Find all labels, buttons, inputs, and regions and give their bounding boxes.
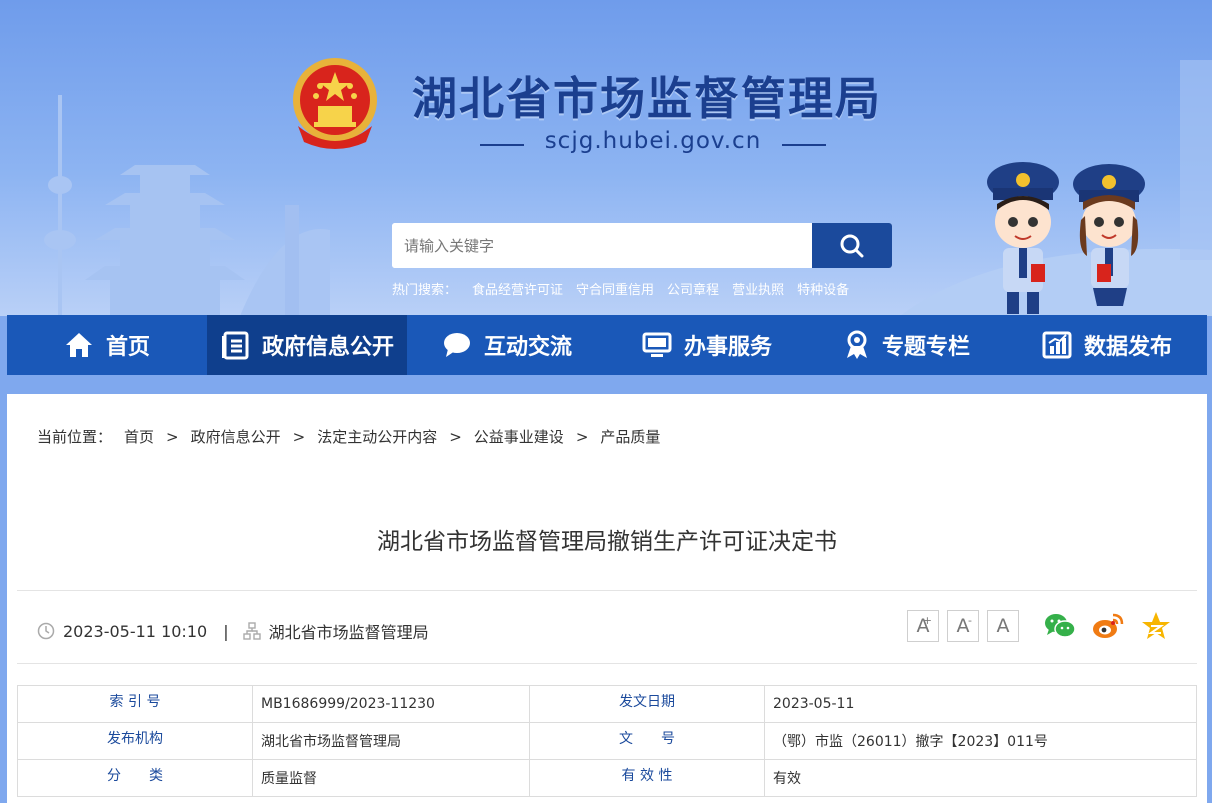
bar-chart-icon xyxy=(1042,331,1072,359)
document-info-table: 索 引 号 MB1686999/2023-11230 发文日期 2023-05-… xyxy=(17,685,1197,797)
hot-search-label: 热门搜索： xyxy=(392,283,458,298)
breadcrumb-separator: > xyxy=(166,427,179,446)
nav-item-services[interactable]: 办事服务 xyxy=(607,315,807,375)
document-list-icon xyxy=(221,331,249,360)
title-divider xyxy=(17,590,1197,591)
qzone-icon xyxy=(1142,612,1170,639)
breadcrumb: 当前位置： 首页 > 政府信息公开 > 法定主动公开内容 > 公益事业建设 > … xyxy=(37,426,660,447)
font-decrease-button[interactable]: A- xyxy=(947,610,979,642)
hot-search-link[interactable]: 公司章程 xyxy=(667,279,719,298)
nav-item-home[interactable]: 首页 xyxy=(7,315,207,375)
nav-item-label: 互动交流 xyxy=(483,335,572,360)
field-label: 索 引 号 xyxy=(17,685,253,723)
field-value: 2023-05-11 xyxy=(764,685,1197,723)
field-label: 分 类 xyxy=(17,759,253,797)
clock-icon xyxy=(37,622,55,640)
nav-item-label: 首页 xyxy=(105,335,150,360)
field-value: 有效 xyxy=(764,759,1197,797)
hot-search-link[interactable]: 特种设备 xyxy=(797,279,849,298)
search-box xyxy=(392,223,892,268)
field-value: 湖北省市场监督管理局 xyxy=(252,722,530,760)
table-row: 分 类 质量监督 有 效 性 有效 xyxy=(17,759,1197,797)
breadcrumb-statutory[interactable]: 法定主动公开内容 xyxy=(317,426,437,447)
hot-search-link[interactable]: 食品经营许可证 xyxy=(472,279,563,298)
nav-item-label: 政府信息公开 xyxy=(261,335,394,360)
content-panel: 当前位置： 首页 > 政府信息公开 > 法定主动公开内容 > 公益事业建设 > … xyxy=(7,394,1207,803)
mascot-illustration xyxy=(987,162,1145,314)
breadcrumb-separator: > xyxy=(292,427,306,446)
weibo-icon xyxy=(1093,613,1124,638)
table-row: 发布机构 湖北省市场监督管理局 文 号 （鄂）市监（26011）撤字【2023】… xyxy=(17,722,1197,760)
breadcrumb-separator: > xyxy=(575,427,589,446)
nav-item-interaction[interactable]: 互动交流 xyxy=(407,315,607,375)
main-nav: 首页 政府信息公开 互动交流 办事服务 专题专栏 数据发布 xyxy=(7,315,1207,375)
font-increase-button[interactable]: A + xyxy=(907,610,939,642)
meta-divider-line xyxy=(17,663,1197,664)
meta-divider: | xyxy=(223,621,229,641)
organization-icon xyxy=(242,622,261,640)
hot-search-link[interactable]: 营业执照 xyxy=(732,279,784,298)
field-label: 有 效 性 xyxy=(529,759,765,797)
share-weibo-button[interactable] xyxy=(1091,610,1125,642)
nav-item-data[interactable]: 数据发布 xyxy=(1007,315,1207,375)
wechat-icon xyxy=(1045,614,1076,638)
font-size-controls: A + A- A xyxy=(907,610,1019,642)
breadcrumb-home[interactable]: 首页 xyxy=(124,426,154,447)
share-qzone-button[interactable] xyxy=(1139,610,1173,642)
publisher: 湖北省市场监督管理局 xyxy=(268,623,429,642)
field-value: 质量监督 xyxy=(252,759,530,797)
breadcrumb-lead: 当前位置： xyxy=(37,428,113,446)
breadcrumb-separator: > xyxy=(449,427,462,446)
article-title: 湖北省市场监督管理局撤销生产许可证决定书 xyxy=(377,529,837,555)
chat-bubble-icon xyxy=(443,333,470,357)
article-meta: 2023-05-11 10:10 | 湖北省市场监督管理局 xyxy=(37,619,429,643)
site-title: 湖北省市场监督管理局 xyxy=(412,72,883,125)
header-banner: 湖北省市场监督管理局 scjg.hubei.gov.cn 热门搜索： 食品经营许… xyxy=(0,0,1212,316)
nav-item-label: 办事服务 xyxy=(683,335,772,360)
hot-search: 热门搜索： 食品经营许可证 守合同重信用 公司章程 营业执照 特种设备 xyxy=(392,279,849,298)
site-domain: scjg.hubei.gov.cn xyxy=(478,128,828,154)
monitor-icon xyxy=(642,332,672,357)
share-bar xyxy=(1043,610,1173,642)
table-row: 索 引 号 MB1686999/2023-11230 发文日期 2023-05-… xyxy=(17,685,1197,723)
national-emblem-icon xyxy=(293,58,377,149)
field-value: （鄂）市监（26011）撤字【2023】011号 xyxy=(764,722,1197,760)
field-label: 文 号 xyxy=(529,722,765,760)
field-value: MB1686999/2023-11230 xyxy=(252,685,530,723)
hot-search-link[interactable]: 守合同重信用 xyxy=(576,279,654,298)
search-icon xyxy=(840,234,864,257)
home-icon xyxy=(65,333,92,357)
search-input[interactable] xyxy=(392,223,812,268)
field-label: 发布机构 xyxy=(17,722,253,760)
breadcrumb-public-welfare[interactable]: 公益事业建设 xyxy=(474,426,564,447)
share-wechat-button[interactable] xyxy=(1043,610,1077,642)
font-reset-button[interactable]: A xyxy=(987,610,1019,642)
nav-item-topics[interactable]: 专题专栏 xyxy=(807,315,1007,375)
breadcrumb-product-quality[interactable]: 产品质量 xyxy=(600,426,660,447)
field-label: 发文日期 xyxy=(529,685,765,723)
award-ribbon-icon xyxy=(846,330,867,359)
publish-datetime: 2023-05-11 10:10 xyxy=(63,621,208,641)
nav-item-label: 数据发布 xyxy=(1083,335,1172,360)
breadcrumb-gov-info[interactable]: 政府信息公开 xyxy=(191,426,281,447)
nav-item-label: 专题专栏 xyxy=(881,335,970,360)
search-button[interactable] xyxy=(812,223,892,268)
nav-item-gov-info[interactable]: 政府信息公开 xyxy=(207,315,407,375)
